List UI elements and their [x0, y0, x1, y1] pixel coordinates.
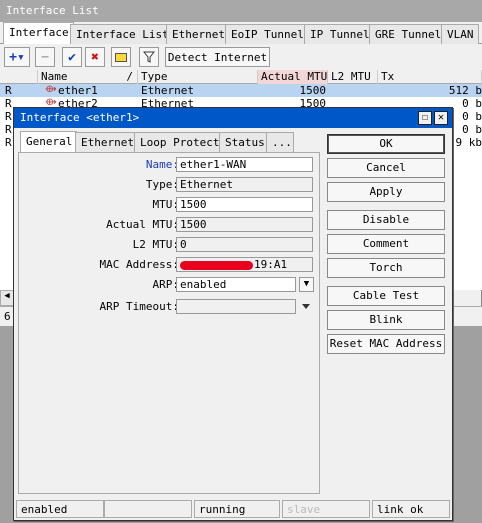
enable-check-icon[interactable]: ✔: [62, 47, 82, 67]
mtu-input[interactable]: 1500: [176, 197, 313, 212]
close-icon[interactable]: ✕: [434, 111, 448, 125]
type-value: Ethernet: [176, 177, 313, 192]
tab-eoip-tunnel[interactable]: EoIP Tunnel: [225, 24, 309, 44]
torch-button[interactable]: Torch: [327, 258, 445, 278]
tab-more[interactable]: ...: [266, 132, 294, 152]
dialog-tabs: General Ethernet Loop Protect Status ...: [18, 131, 322, 153]
arp-label: ARP:: [152, 278, 180, 291]
mac-address-label: MAC Address:: [99, 258, 179, 271]
redaction-mark: [180, 260, 253, 270]
maximize-icon[interactable]: ☐: [418, 111, 432, 125]
row-name: ether1: [58, 84, 98, 97]
actual-mtu-label: Actual MTU:: [106, 218, 179, 231]
arp-dropdown-icon[interactable]: ▼: [299, 277, 314, 292]
scroll-left-icon[interactable]: ◀: [0, 290, 14, 306]
comment-note-icon[interactable]: [111, 47, 131, 67]
tab-general[interactable]: General: [20, 131, 78, 153]
tab-status[interactable]: Status: [219, 132, 270, 152]
disable-x-icon[interactable]: ✖: [85, 47, 105, 67]
status-running: running: [194, 500, 280, 518]
interface-list-tabs: Interface Interface List Ethernet EoIP T…: [0, 22, 482, 45]
column-name[interactable]: Name /: [38, 70, 138, 84]
dialog-title-text: Interface <ether1>: [20, 111, 140, 124]
comment-button[interactable]: Comment: [327, 234, 445, 254]
general-panel: Name: ether1-WAN Type: Ethernet MTU: 150…: [18, 152, 320, 494]
filter-funnel-icon[interactable]: [139, 47, 159, 67]
disable-button[interactable]: Disable: [327, 210, 445, 230]
tab-interface[interactable]: Interface: [3, 22, 74, 45]
column-tx[interactable]: Tx: [378, 70, 482, 84]
ok-button[interactable]: OK: [327, 134, 445, 154]
arp-timeout-expand-icon[interactable]: [302, 304, 310, 309]
row-flag: R: [5, 110, 12, 123]
column-actual-mtu[interactable]: Actual MTU: [258, 70, 328, 84]
tab-interface-list[interactable]: Interface List: [70, 24, 174, 44]
dialog-status-bar: enabled running slave link ok: [14, 500, 452, 520]
row-flag: R: [5, 84, 12, 97]
reset-mac-address-button[interactable]: Reset MAC Address: [327, 334, 445, 354]
row-flag: R: [5, 136, 12, 149]
status-link: link ok: [372, 500, 450, 518]
tab-ethernet[interactable]: Ethernet: [166, 24, 230, 44]
window-title: Interface List: [0, 0, 482, 22]
apply-button[interactable]: Apply: [327, 182, 445, 202]
tab-loop-protect[interactable]: Loop Protect: [134, 132, 225, 152]
type-label: Type:: [145, 178, 179, 191]
row-flag: R: [5, 123, 12, 136]
remove-icon[interactable]: −: [35, 47, 55, 67]
arp-select[interactable]: enabled: [176, 277, 296, 292]
mtu-label: MTU:: [152, 198, 180, 211]
status-enabled: enabled: [16, 500, 104, 518]
name-label: Name:: [145, 158, 179, 171]
interface-dialog: Interface <ether1> ☐ ✕ General Ethernet …: [13, 107, 453, 521]
l2-mtu-label: L2 MTU:: [132, 238, 179, 251]
toolbar: +▾ − ✔ ✖ Detect Internet: [0, 44, 482, 70]
row-tx: 512 b: [448, 84, 482, 97]
tab-ip-tunnel[interactable]: IP Tunnel: [304, 24, 375, 44]
item-count: 6: [4, 310, 11, 323]
name-input[interactable]: ether1-WAN: [176, 157, 313, 172]
tab-gre-tunnel[interactable]: GRE Tunnel: [369, 24, 447, 44]
actual-mtu-value: 1500: [176, 217, 313, 232]
blink-button[interactable]: Blink: [327, 310, 445, 330]
tab-vlan[interactable]: VLAN: [441, 24, 479, 44]
status-blank: [104, 500, 192, 518]
tab-ethernet[interactable]: Ethernet: [75, 132, 139, 152]
cable-test-button[interactable]: Cable Test: [327, 286, 445, 306]
column-type[interactable]: Type: [138, 70, 258, 84]
cancel-button[interactable]: Cancel: [327, 158, 445, 178]
arp-timeout-label: ARP Timeout:: [99, 300, 179, 313]
table-row[interactable]: R ⟴ ether1 Ethernet 1500 512 b: [0, 84, 482, 97]
mac-address-value: 19:A1: [176, 257, 313, 272]
detect-internet-button[interactable]: Detect Internet: [165, 47, 270, 67]
column-flag: [0, 70, 38, 84]
add-icon[interactable]: +▾: [4, 47, 30, 67]
row-type: Ethernet: [141, 84, 194, 97]
column-l2-mtu[interactable]: L2 MTU: [328, 70, 378, 84]
status-slave: slave: [282, 500, 370, 518]
row-flag: R: [5, 97, 12, 110]
row-actual-mtu: 1500: [299, 84, 327, 97]
dialog-title: Interface <ether1> ☐ ✕: [14, 108, 452, 128]
table-header: Name / Type Actual MTU L2 MTU Tx: [0, 70, 482, 84]
arp-timeout-input[interactable]: [176, 299, 296, 314]
l2-mtu-value: 0: [176, 237, 313, 252]
